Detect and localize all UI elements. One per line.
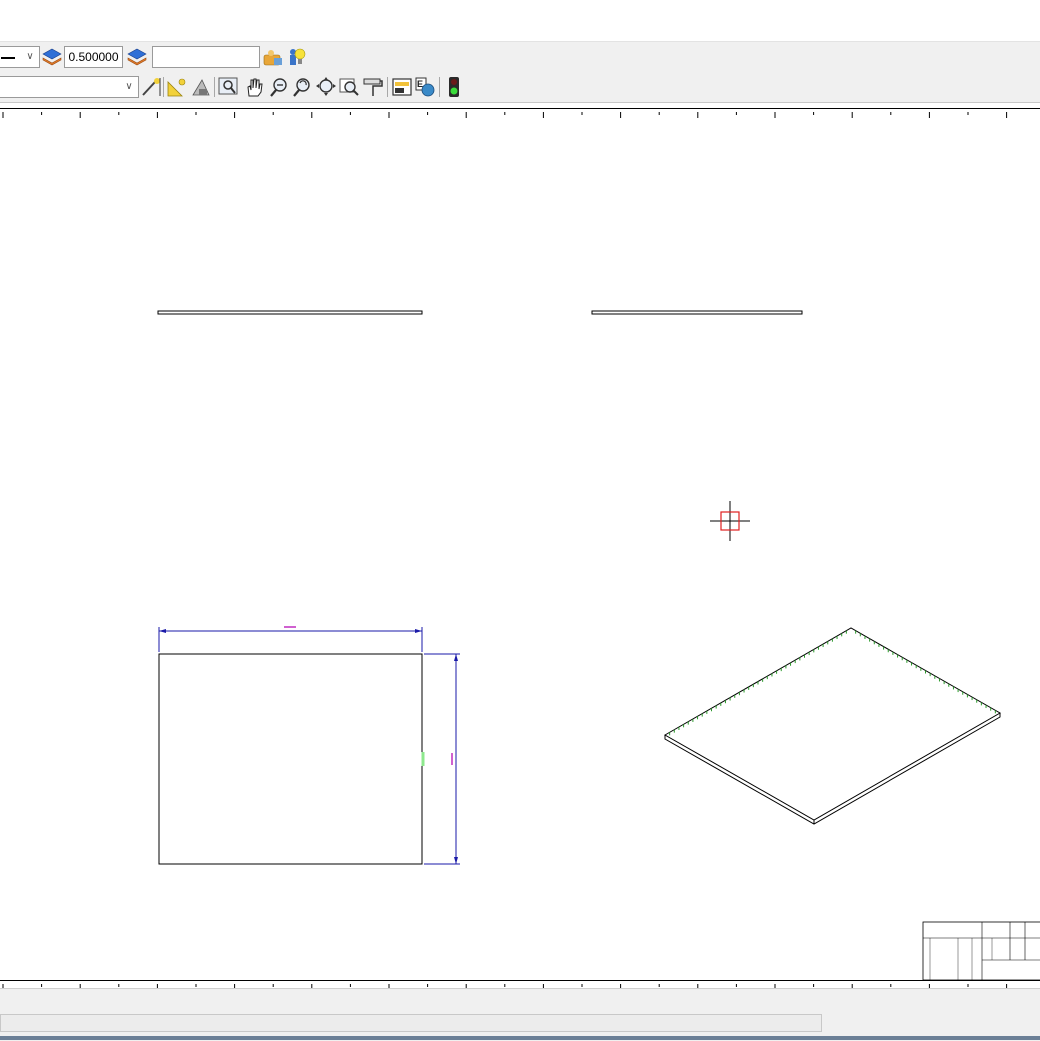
- pan-hand-icon[interactable]: [243, 76, 265, 98]
- print-icon[interactable]: [391, 76, 413, 98]
- layer-manager-icon[interactable]: [262, 46, 284, 68]
- export-icon[interactable]: E: [414, 76, 436, 98]
- toolbar-separator: [214, 77, 215, 97]
- layer-stack-icon-2[interactable]: [126, 46, 148, 68]
- triangle-ruler-icon[interactable]: [166, 76, 188, 98]
- plate-top-view-right: [591, 310, 803, 315]
- chevron-down-icon: ∨: [125, 81, 133, 92]
- toolbar-separator: [387, 77, 388, 97]
- line-weight-field[interactable]: 0.500000: [64, 46, 123, 68]
- paint-roller-icon[interactable]: [362, 76, 384, 98]
- zoom-all-icon[interactable]: [338, 76, 360, 98]
- command-line-field[interactable]: [0, 1014, 822, 1032]
- properties-toolbar: ∨ 0.500000: [0, 41, 1040, 73]
- linetype-dropdown[interactable]: ∨: [0, 46, 40, 68]
- zoom-window-icon[interactable]: [217, 76, 239, 98]
- plate-isometric-view: [663, 627, 1002, 825]
- dimension-width: [158, 626, 423, 652]
- dimension-height: [424, 653, 460, 865]
- traffic-light-icon[interactable]: [443, 76, 465, 98]
- layer-filter-field[interactable]: [152, 46, 260, 68]
- layer-state-icon[interactable]: [285, 46, 307, 68]
- drawing-canvas[interactable]: [0, 110, 1040, 983]
- zoom-in-icon[interactable]: [268, 76, 290, 98]
- snap-pencil-icon[interactable]: [140, 76, 162, 98]
- layer-stack-icon[interactable]: [41, 46, 63, 68]
- view-toolbar: ∨ E: [0, 72, 1040, 103]
- toolbar-separator: [163, 77, 164, 97]
- zoom-out-icon[interactable]: [291, 76, 313, 98]
- zoom-extents-icon[interactable]: [315, 76, 337, 98]
- crosshair-cursor: [710, 501, 750, 541]
- measure-icon[interactable]: [190, 76, 212, 98]
- plate-front-view: [158, 653, 423, 865]
- view-select-dropdown[interactable]: ∨: [0, 76, 139, 98]
- title-block: [922, 921, 1040, 981]
- toolbar-separator: [439, 77, 440, 97]
- chevron-down-icon: ∨: [26, 51, 34, 62]
- status-bar: [0, 988, 1040, 1041]
- plate-top-view-left: [157, 310, 423, 315]
- taskbar-edge: [0, 1036, 1040, 1040]
